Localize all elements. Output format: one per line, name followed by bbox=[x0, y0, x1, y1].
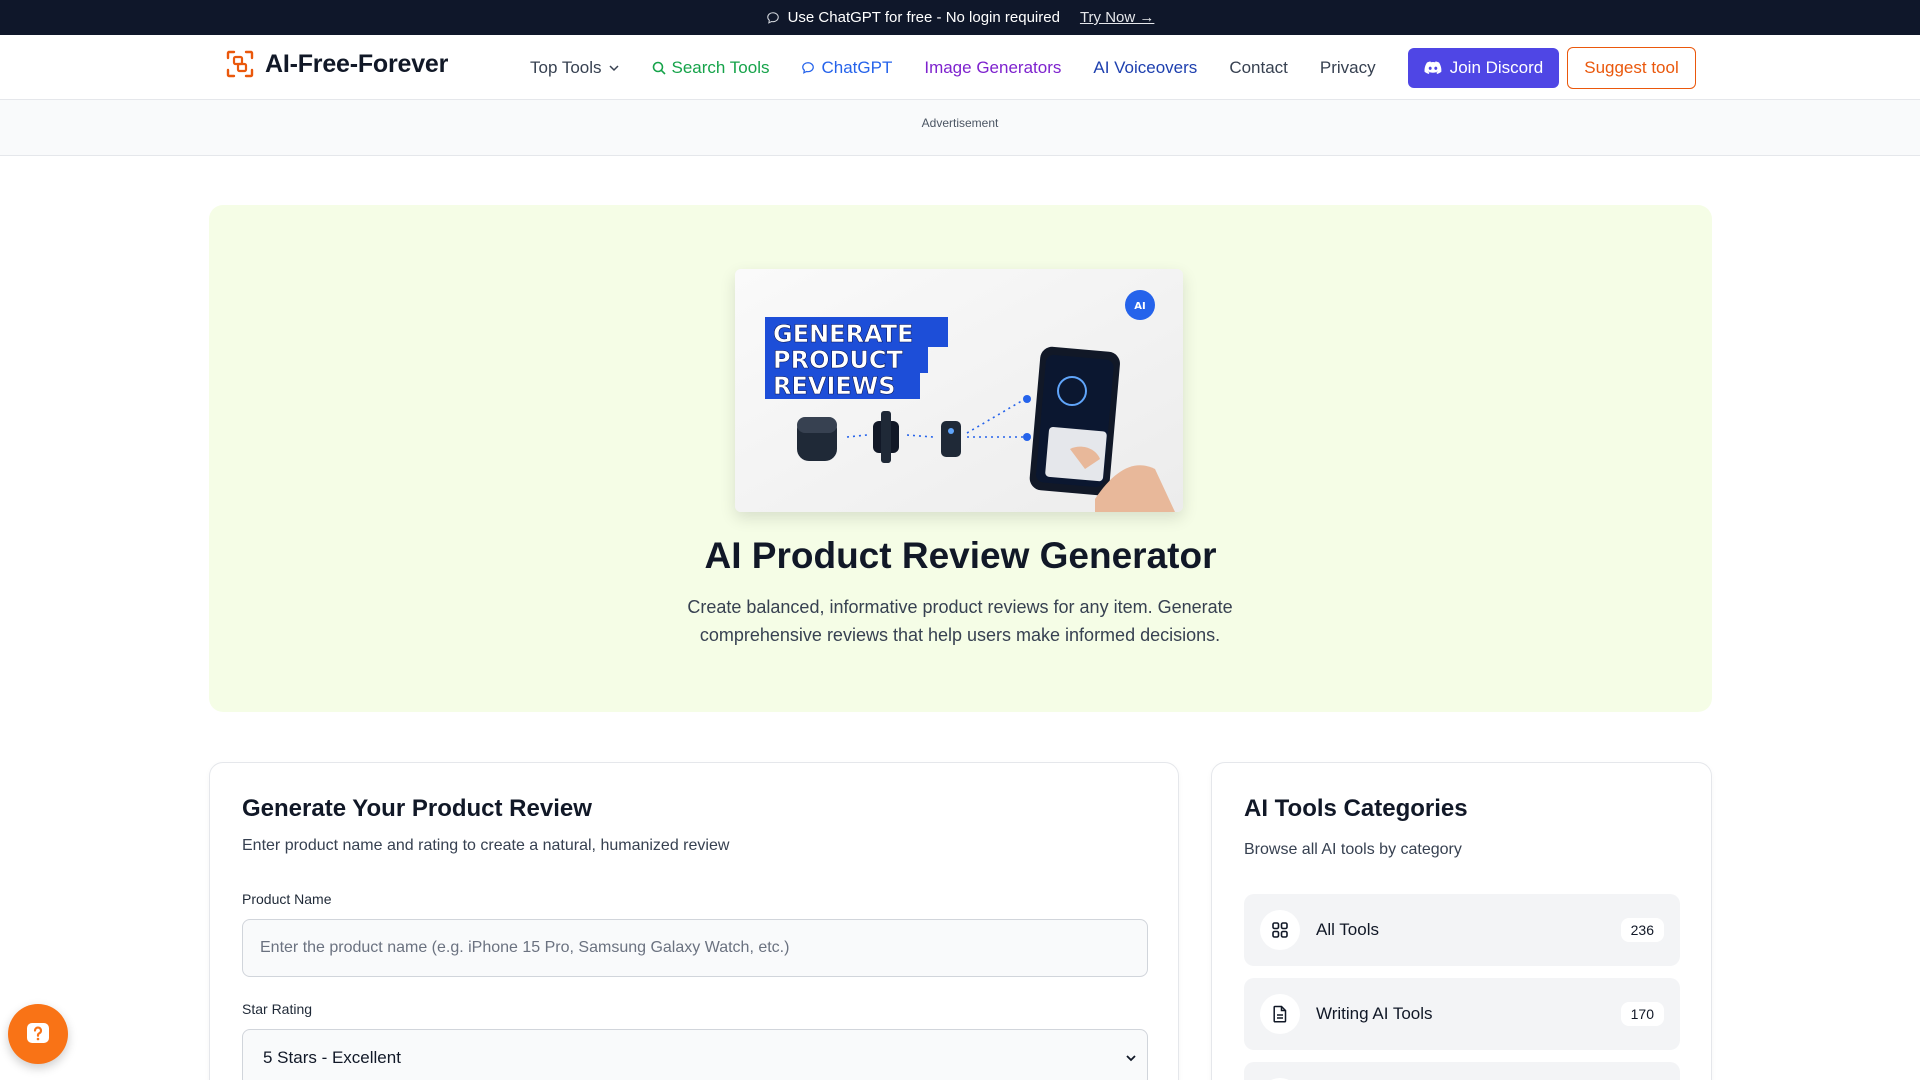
nav-chatgpt[interactable]: ChatGPT bbox=[801, 58, 892, 78]
nav-search-tools[interactable]: Search Tools bbox=[652, 57, 770, 78]
question-icon bbox=[27, 1023, 49, 1043]
categories-title: AI Tools Categories bbox=[1244, 795, 1468, 822]
hero-image-line-2: PRODUCT bbox=[773, 346, 903, 374]
nav-top-tools-label: Top Tools bbox=[530, 57, 602, 77]
promo-bar: Use ChatGPT for free - No login required… bbox=[0, 0, 1920, 35]
nav-privacy[interactable]: Privacy bbox=[1320, 58, 1376, 78]
chat-bubble-icon bbox=[766, 11, 779, 24]
nav-contact[interactable]: Contact bbox=[1229, 58, 1288, 78]
suggest-tool-label: Suggest tool bbox=[1584, 58, 1679, 77]
product-name-input[interactable]: Enter the product name (e.g. iPhone 15 P… bbox=[242, 919, 1148, 977]
product-name-placeholder: Enter the product name (e.g. iPhone 15 P… bbox=[260, 939, 790, 956]
hero-illustration: GENERATE PRODUCT REVIEWS AI bbox=[735, 269, 1183, 512]
nav-image-generators[interactable]: Image Generators bbox=[924, 58, 1061, 78]
grid-icon bbox=[1260, 910, 1300, 950]
site-header: AI-Free-Forever Top Tools Search Tools C… bbox=[0, 35, 1920, 100]
categories-subtitle: Browse all AI tools by category bbox=[1244, 841, 1462, 858]
hero-image-line-1: GENERATE bbox=[773, 320, 914, 348]
nav-contact-label: Contact bbox=[1229, 57, 1288, 77]
search-icon bbox=[652, 61, 666, 75]
star-rating-label: Star Rating bbox=[242, 1001, 313, 1017]
brand-name: AI-Free-Forever bbox=[265, 49, 449, 78]
hero-section: GENERATE PRODUCT REVIEWS AI AI Product R… bbox=[209, 205, 1712, 712]
category-count: 236 bbox=[1620, 918, 1664, 942]
document-icon bbox=[1260, 994, 1300, 1034]
star-rating-value: 5 Stars - Excellent bbox=[263, 1048, 401, 1067]
form-title: Generate Your Product Review bbox=[242, 795, 592, 822]
nav-privacy-label: Privacy bbox=[1319, 57, 1376, 77]
logo-icon bbox=[226, 50, 254, 78]
product-name-label: Product Name bbox=[242, 891, 332, 907]
nav-chatgpt-label: ChatGPT bbox=[821, 57, 893, 77]
nav-image-generators-label: Image Generators bbox=[924, 57, 1062, 77]
chevron-down-icon bbox=[1126, 1055, 1136, 1062]
nav-top-tools[interactable]: Top Tools bbox=[530, 58, 620, 78]
help-button[interactable] bbox=[8, 1004, 68, 1064]
review-form-card: Generate Your Product Review Enter produ… bbox=[209, 762, 1179, 1080]
brand-logo[interactable]: AI-Free-Forever bbox=[225, 49, 448, 79]
category-count: 170 bbox=[1620, 1002, 1664, 1026]
discord-icon bbox=[1424, 61, 1442, 74]
ai-badge-text: AI bbox=[1134, 301, 1145, 312]
hero-image-line-3: REVIEWS bbox=[773, 372, 896, 400]
star-rating-select[interactable]: 5 Stars - Excellent bbox=[242, 1029, 1148, 1080]
page-title: AI Product Review Generator bbox=[704, 535, 1217, 576]
ad-strip: Advertisement bbox=[0, 100, 1920, 156]
category-label: Writing AI Tools bbox=[1316, 1004, 1433, 1023]
ad-label: Advertisement bbox=[921, 116, 999, 130]
chevron-down-icon bbox=[608, 64, 619, 71]
form-subtitle: Enter product name and rating to create … bbox=[242, 837, 730, 854]
hero-image: GENERATE PRODUCT REVIEWS AI bbox=[735, 269, 1183, 512]
nav-search-tools-label: Search Tools bbox=[671, 57, 770, 77]
category-item-writing-ai-tools[interactable]: Writing AI Tools 170 bbox=[1244, 978, 1680, 1050]
join-discord-button[interactable]: Join Discord bbox=[1408, 48, 1559, 88]
join-discord-label: Join Discord bbox=[1449, 58, 1544, 77]
chat-icon bbox=[802, 61, 815, 74]
main-nav: Top Tools Search Tools ChatGPT Image Gen… bbox=[530, 35, 1376, 100]
suggest-tool-button[interactable]: Suggest tool bbox=[1567, 47, 1696, 89]
try-now-link[interactable]: Try Now → bbox=[1080, 9, 1154, 26]
promo-text: Use ChatGPT for free - No login required bbox=[787, 9, 1060, 26]
nav-ai-voiceovers[interactable]: AI Voiceovers bbox=[1093, 58, 1197, 78]
categories-card: AI Tools Categories Browse all AI tools … bbox=[1211, 762, 1712, 1080]
category-label: All Tools bbox=[1316, 920, 1379, 939]
nav-ai-voiceovers-label: AI Voiceovers bbox=[1093, 57, 1198, 77]
category-item-all-tools[interactable]: All Tools 236 bbox=[1244, 894, 1680, 966]
category-item-partial[interactable] bbox=[1244, 1062, 1680, 1080]
page-description: Create balanced, informative product rev… bbox=[687, 597, 1233, 645]
